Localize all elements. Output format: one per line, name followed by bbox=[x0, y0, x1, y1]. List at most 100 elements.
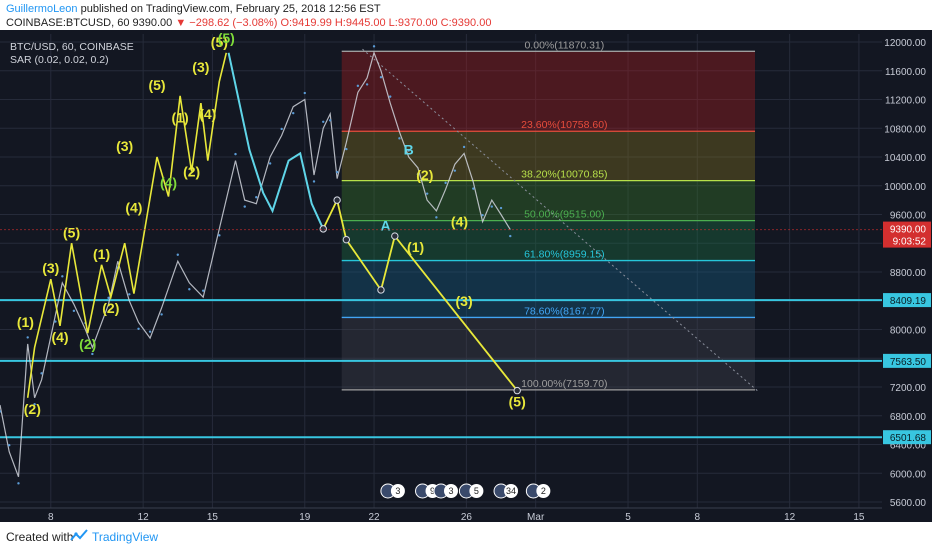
wave-label: (3) bbox=[456, 293, 473, 309]
wave-point-marker[interactable] bbox=[377, 286, 385, 294]
wave-label: (2) bbox=[102, 300, 119, 316]
wave-label: (4) bbox=[199, 106, 216, 122]
sar-dot bbox=[462, 145, 466, 149]
publish-info: published on TradingView.com, February 2… bbox=[80, 3, 381, 15]
sar-dot bbox=[188, 288, 191, 291]
tradingview-brand-link[interactable]: TradingView bbox=[92, 530, 158, 544]
sar-dot bbox=[8, 444, 11, 447]
sar-dot bbox=[280, 127, 283, 131]
fib-level-label: 100.00%(7159.70) bbox=[521, 378, 607, 390]
time-axis-label: 8 bbox=[695, 512, 701, 522]
wave-label: (2) bbox=[24, 401, 41, 417]
fib-level-label: 38.20%(10070.85) bbox=[521, 169, 607, 181]
price-chart[interactable]: 0.00%(11870.31) 23.60%(10758.60) 38.20%(10… bbox=[0, 30, 932, 522]
time-axis-label: 15 bbox=[207, 512, 219, 522]
sar-dot bbox=[91, 352, 94, 356]
sar-dot bbox=[365, 83, 369, 86]
wave-label: (5) bbox=[509, 394, 526, 410]
price-axis-label: 10800.00 bbox=[884, 124, 926, 135]
event-count-label: 3 bbox=[448, 486, 453, 496]
sar-dot bbox=[128, 293, 131, 296]
sar-dot bbox=[61, 275, 64, 278]
price-axis-label: 11600.00 bbox=[885, 67, 926, 78]
sar-dot bbox=[292, 111, 295, 115]
sar-dot bbox=[137, 327, 140, 330]
price-axis-label: 10000.00 bbox=[884, 182, 926, 193]
time-axis-label: 12 bbox=[784, 512, 796, 522]
wave-label: (3) bbox=[192, 59, 209, 75]
sar-dot bbox=[201, 289, 205, 292]
wave-label: B bbox=[404, 142, 414, 158]
wave-point-marker[interactable] bbox=[319, 225, 327, 233]
sar-dot bbox=[322, 120, 325, 123]
wave-label: (1) bbox=[407, 239, 424, 255]
time-axis-label: 26 bbox=[461, 512, 473, 522]
sar-dot bbox=[107, 296, 110, 300]
wave-label: (4) bbox=[51, 329, 68, 345]
sar-dot bbox=[472, 187, 475, 190]
fib-level-label: 0.00%(11870.31) bbox=[524, 39, 604, 51]
sar-dot bbox=[389, 95, 392, 98]
sar-dot bbox=[453, 169, 457, 172]
wave-label: (4) bbox=[160, 174, 177, 190]
sar-dot bbox=[356, 84, 360, 88]
sar-dot bbox=[398, 137, 401, 140]
sar-dot bbox=[379, 76, 383, 79]
wave-label: (5) bbox=[218, 30, 235, 46]
chart-title: BTC/USD, 60, COINBASE bbox=[10, 41, 134, 53]
sar-dot bbox=[268, 162, 272, 165]
wave-label: (3) bbox=[116, 138, 133, 154]
sar-dot bbox=[328, 119, 332, 122]
ohlc-values: O:9419.99 H:9445.00 L:9370.00 C:9390.00 bbox=[280, 17, 492, 29]
sar-dot bbox=[509, 234, 512, 238]
symbol-line: COINBASE:BTCUSD, 60 9390.00 ▼ −298.62 (−… bbox=[6, 17, 491, 29]
publish-line: GuillermoLeon published on TradingView.c… bbox=[6, 3, 381, 15]
sar-dot bbox=[425, 192, 429, 195]
price-change: ▼ −298.62 (−3.08%) bbox=[175, 17, 278, 29]
wave-point-marker[interactable] bbox=[333, 196, 341, 204]
price-axis-label: 6000.00 bbox=[890, 469, 927, 480]
level-price-tag-label: 7563.50 bbox=[890, 357, 927, 368]
event-count-label: 5 bbox=[474, 486, 479, 496]
sar-dot bbox=[243, 205, 246, 208]
wave-label: (3) bbox=[42, 260, 59, 276]
sar-dot bbox=[312, 180, 316, 183]
wave-point-marker[interactable] bbox=[342, 235, 351, 244]
wave-label: (2) bbox=[79, 336, 96, 352]
price-axis-label: 8000.00 bbox=[890, 326, 927, 337]
fib-level-label: 61.80%(8959.15) bbox=[524, 249, 605, 261]
sar-dot bbox=[176, 253, 179, 256]
event-count-label: 34 bbox=[506, 486, 516, 496]
time-axis-label: 19 bbox=[299, 512, 311, 522]
author-link[interactable]: GuillermoLeon bbox=[6, 3, 78, 15]
sar-dot bbox=[17, 482, 20, 485]
sar-dot bbox=[160, 313, 163, 316]
symbol-info: COINBASE:BTCUSD, 60 9390.00 bbox=[6, 17, 173, 29]
sar-dot bbox=[234, 152, 237, 156]
price-axis-label: 12000.00 bbox=[884, 38, 926, 49]
sar-dot bbox=[26, 336, 29, 339]
event-count-label: 2 bbox=[541, 486, 546, 496]
sar-dot bbox=[255, 196, 258, 199]
indicator-label: SAR (0.02, 0.02, 0.2) bbox=[10, 54, 109, 66]
chart-header: GuillermoLeon published on TradingView.c… bbox=[0, 0, 932, 30]
sar-dot bbox=[54, 320, 57, 323]
wave-point-marker[interactable] bbox=[391, 232, 399, 240]
candle-countdown-label: 9:03:52 bbox=[893, 237, 927, 248]
time-axis-label: 5 bbox=[625, 512, 631, 522]
price-axis-label: 10400.00 bbox=[884, 153, 926, 164]
sar-dot bbox=[499, 206, 503, 210]
wave-label: (1) bbox=[17, 314, 34, 330]
sar-dot bbox=[218, 234, 221, 237]
price-axis-label: 7200.00 bbox=[890, 383, 927, 394]
created-with-label: Created with bbox=[6, 530, 74, 544]
level-price-tag-label: 8409.19 bbox=[890, 296, 927, 307]
chart-footer: Created with TradingView bbox=[0, 522, 932, 550]
time-axis-label: 15 bbox=[853, 512, 865, 522]
wave-label: (1) bbox=[93, 246, 110, 262]
tradingview-logo-icon bbox=[70, 529, 88, 541]
time-axis-label: Mar bbox=[527, 512, 545, 522]
price-axis-label: 5600.00 bbox=[890, 498, 927, 509]
time-axis-label: 12 bbox=[138, 512, 150, 522]
sar-dot bbox=[345, 147, 348, 151]
